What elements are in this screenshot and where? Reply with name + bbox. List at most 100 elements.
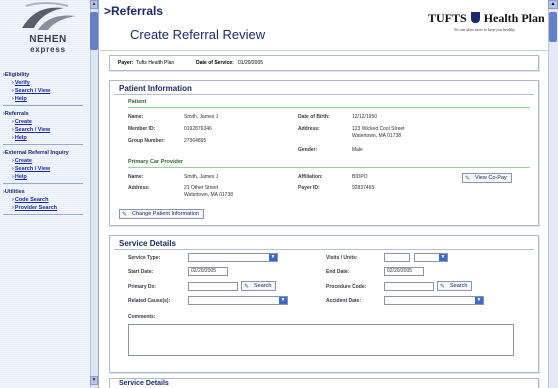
service-details-panel: Service Details Service Type: ▼ Visits /… [109, 235, 539, 373]
related-causes-select[interactable]: ▼ [188, 296, 288, 305]
nav-link-referrals-help[interactable]: ›Help [3, 134, 95, 142]
nav-link-external-search[interactable]: ›Search / View [3, 165, 95, 173]
nav-section-eligibility: › Eligibility ›Verify ›Search / View ›Hel… [3, 72, 95, 106]
nav-section-referrals: › Referrals ›Create ›Search / View ›Help [3, 111, 95, 145]
group-number-label: Group Number: [128, 138, 165, 144]
patient-subtitle: Patient [128, 99, 147, 105]
chevron-down-icon: ▼ [439, 254, 447, 261]
units-select[interactable]: ▼ [414, 253, 448, 262]
nav-link-referrals-search[interactable]: ›Search / View [3, 126, 95, 134]
tufts-logo-right: Health Plan [483, 11, 545, 25]
page-header: >Referrals Create Referral Review TUFTS … [100, 0, 558, 51]
nav-link-external-help[interactable]: ›Help [3, 173, 95, 181]
primary-dx-input[interactable] [188, 282, 238, 291]
chevron-right-icon: › [12, 166, 14, 172]
logo-text-nehen: NEHEN [29, 34, 67, 45]
page-title: Create Referral Review [130, 27, 266, 42]
main-scrollbar[interactable] [548, 0, 558, 388]
dob-value: 12/12/1950 [352, 114, 378, 120]
affiliation-label: Affiliation: [298, 174, 323, 180]
section-divider [114, 94, 534, 95]
patient-information-title: Patient Information [119, 84, 192, 93]
change-patient-info-button[interactable]: ✎ Change Patient Information [119, 209, 204, 219]
date-of-service-label: Date of Service: [196, 60, 234, 66]
sidebar-nav: › Eligibility ›Verify ›Search / View ›Hel… [3, 72, 95, 220]
chevron-right-icon: › [12, 205, 14, 211]
patient-address-label: Address: [298, 126, 320, 132]
chevron-right-icon: › [12, 135, 14, 141]
payer-value: Tufts Health Plan [136, 60, 175, 66]
nav-heading-external-inquiry: External Referral Inquiry [4, 150, 69, 156]
nav-link-referrals-create[interactable]: ›Create [3, 118, 95, 126]
member-id-value: 0192876346 [184, 126, 212, 132]
gender-label: Gender: [298, 147, 318, 153]
nehen-swoosh-icon [22, 2, 76, 30]
visits-units-label: Visits / Units: [326, 255, 358, 261]
pencil-icon: ✎ [122, 212, 128, 218]
sidebar-scroll-down-icon[interactable]: ▼ [90, 376, 98, 385]
nav-link-provider-search[interactable]: ›Provider Search [3, 204, 95, 212]
service-details-title: Service Details [119, 239, 176, 248]
pencil-icon: ✎ [244, 284, 250, 290]
group-number-value: 27364895 [184, 138, 207, 144]
chevron-right-icon: › [12, 119, 14, 125]
pencil-icon: ✎ [440, 284, 446, 290]
patient-information-panel: Patient Information Patient Name: Smith,… [109, 80, 539, 226]
main-scroll-up-icon[interactable]: ▲ [548, 0, 558, 9]
header-divider [100, 50, 548, 51]
chevron-down-icon: ▼ [475, 297, 483, 304]
start-date-label: Start Date: [128, 269, 154, 275]
nav-heading-referrals: Referrals [4, 111, 29, 117]
service-type-select[interactable]: ▼ [188, 253, 278, 262]
pcp-address-line2: Watertown, MA 01738 [184, 192, 234, 198]
member-id-label: Member ID: [128, 126, 156, 132]
pcp-name-value: Smith, James J [184, 174, 219, 180]
logo-text-express: express [30, 45, 66, 54]
main-scroll-thumb[interactable] [549, 12, 557, 42]
chevron-right-icon: › [12, 88, 14, 94]
nav-link-code-search[interactable]: ›Code Search [3, 196, 95, 204]
payer-id-value: 92837465 [352, 185, 375, 191]
comments-textarea[interactable] [128, 324, 514, 356]
shield-icon [470, 12, 480, 23]
chevron-right-icon: › [12, 197, 14, 203]
nav-link-eligibility-search[interactable]: ›Search / View [3, 87, 95, 95]
breadcrumb: >Referrals [104, 4, 164, 18]
procedure-code-search-button[interactable]: ✎ Search [437, 281, 473, 291]
primary-dx-search-button[interactable]: ✎ Search [241, 281, 277, 291]
nav-link-eligibility-help[interactable]: ›Help [3, 95, 95, 103]
subsection-divider [128, 107, 530, 108]
procedure-code-input[interactable] [384, 282, 434, 291]
end-date-label: End Date: [326, 269, 350, 275]
service-type-label: Service Type: [128, 255, 161, 261]
nav-section-external-inquiry: › External Referral Inquiry ›Create ›Sear… [3, 150, 95, 184]
chevron-right-icon: › [12, 158, 14, 164]
patient-address-line1: 123 Wicked Cool Street [352, 126, 405, 132]
view-copay-button[interactable]: ✎ View Co-Pay [462, 173, 512, 183]
comments-label: Comments: [128, 314, 156, 320]
affiliation-value: BIDPO [352, 174, 368, 180]
main-content: >Referrals Create Referral Review TUFTS … [100, 0, 558, 388]
sidebar-scrollbar[interactable] [90, 0, 98, 388]
nav-heading-utilities: Utilities [4, 189, 25, 195]
payer-id-label: Payer ID: [298, 185, 320, 191]
nav-link-external-create[interactable]: ›Create [3, 157, 95, 165]
nav-heading-eligibility: Eligibility [4, 72, 30, 78]
pcp-address-line1: 21 Other Street [184, 185, 219, 191]
nav-divider [3, 105, 83, 106]
accident-date-select[interactable]: ▼ [384, 296, 484, 305]
nav-link-eligibility-verify[interactable]: ›Verify [3, 79, 95, 87]
accident-date-label: Accident Date: [326, 298, 362, 304]
nav-divider [3, 214, 83, 215]
nav-divider [3, 183, 83, 184]
chevron-right-icon: › [12, 127, 14, 133]
end-date-input[interactable]: 02/20/2005 [384, 267, 424, 276]
chevron-down-icon: ▼ [279, 297, 287, 304]
service-details-panel-2: Service Details [109, 378, 539, 388]
pencil-icon: ✎ [465, 176, 471, 182]
chevron-right-icon: › [12, 96, 14, 102]
sidebar-scroll-thumb[interactable] [90, 12, 98, 50]
visits-input[interactable] [384, 253, 410, 262]
start-date-input[interactable]: 02/20/2005 [188, 267, 228, 276]
sidebar-scroll-up-icon[interactable]: ▲ [90, 0, 98, 9]
